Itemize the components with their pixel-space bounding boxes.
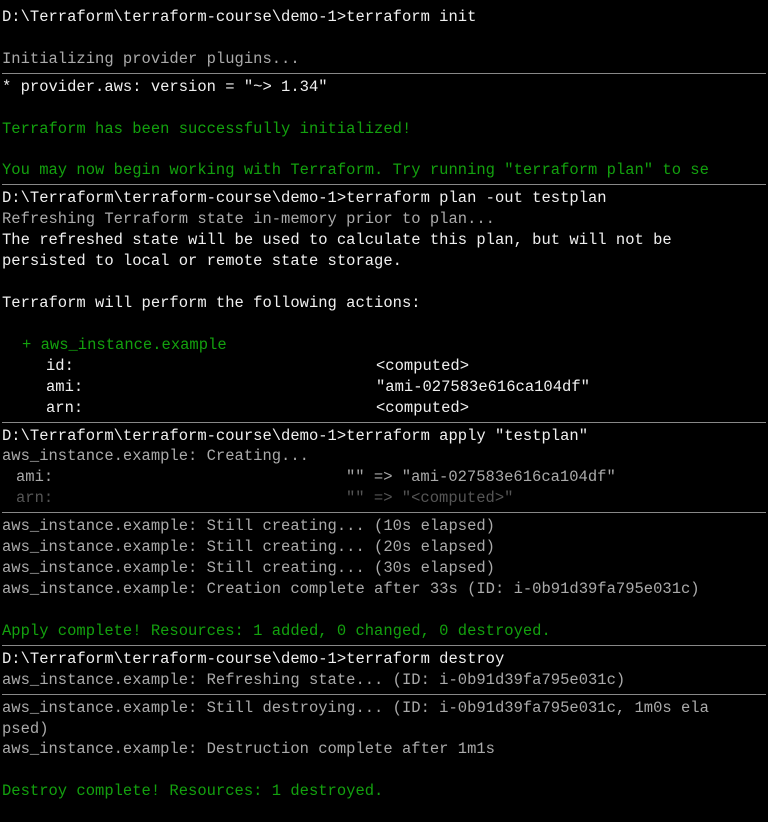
prompt-line: D:\Terraform\terraform-course\demo-1>ter… <box>2 649 766 670</box>
init-msg: Initializing provider plugins... <box>2 49 766 70</box>
destroy-progress: aws_instance.example: Still destroying..… <box>2 698 766 719</box>
section-plan: D:\Terraform\terraform-course\demo-1>ter… <box>2 185 766 422</box>
prompt-line: D:\Terraform\terraform-course\demo-1>ter… <box>2 188 766 209</box>
prompt: D:\Terraform\terraform-course\demo-1> <box>2 427 346 445</box>
kv-val: <computed> <box>376 357 469 375</box>
kv-arn: arn:"" => "<computed>" <box>2 488 766 509</box>
command: terraform plan -out testplan <box>346 189 606 207</box>
prompt: D:\Terraform\terraform-course\demo-1> <box>2 8 346 26</box>
kv-key: id: <box>2 356 376 377</box>
section-apply-start: D:\Terraform\terraform-course\demo-1>ter… <box>2 423 766 514</box>
apply-complete: Apply complete! Resources: 1 added, 0 ch… <box>2 621 766 642</box>
kv-val: "" => "<computed>" <box>346 489 513 507</box>
kv-ami: ami:"ami-027583e616ca104df" <box>2 377 766 398</box>
kv-key: arn: <box>2 398 376 419</box>
resource-add: + aws_instance.example <box>2 335 766 356</box>
plan-note-2: persisted to local or remote state stora… <box>2 251 766 272</box>
command: terraform destroy <box>346 650 504 668</box>
refresh-state: aws_instance.example: Refreshing state..… <box>2 670 766 691</box>
destroy-done: Destroy complete! Resources: 1 destroyed… <box>2 781 766 802</box>
progress-line: aws_instance.example: Still creating... … <box>2 516 766 537</box>
kv-key: arn: <box>2 488 346 509</box>
kv-arn: arn:<computed> <box>2 398 766 419</box>
refresh-msg: Refreshing Terraform state in-memory pri… <box>2 209 766 230</box>
actions-header: Terraform will perform the following act… <box>2 293 766 314</box>
section-provider: * provider.aws: version = "~> 1.34" Terr… <box>2 74 766 186</box>
section-destroy-start: D:\Terraform\terraform-course\demo-1>ter… <box>2 646 766 695</box>
plan-note-1: The refreshed state will be used to calc… <box>2 230 766 251</box>
kv-ami: ami:"" => "ami-027583e616ca104df" <box>2 467 766 488</box>
kv-val: <computed> <box>376 399 469 417</box>
terminal-output[interactable]: D:\Terraform\terraform-course\demo-1>ter… <box>0 0 768 809</box>
progress-line: aws_instance.example: Still creating... … <box>2 537 766 558</box>
destroy-progress-wrap: psed) <box>2 719 766 740</box>
complete-line: aws_instance.example: Creation complete … <box>2 579 766 600</box>
destroy-complete: aws_instance.example: Destruction comple… <box>2 739 766 760</box>
kv-id: id:<computed> <box>2 356 766 377</box>
section-destroy-progress: aws_instance.example: Still destroying..… <box>2 695 766 806</box>
kv-val: "ami-027583e616ca104df" <box>376 378 590 396</box>
kv-key: ami: <box>2 377 376 398</box>
provider-line: * provider.aws: version = "~> 1.34" <box>2 77 766 98</box>
command: terraform apply "testplan" <box>346 427 588 445</box>
command: terraform init <box>346 8 476 26</box>
hint-msg: You may now begin working with Terraform… <box>2 160 766 181</box>
prompt-line: D:\Terraform\terraform-course\demo-1>ter… <box>2 7 766 28</box>
kv-val: "" => "ami-027583e616ca104df" <box>346 468 616 486</box>
section-apply-progress: aws_instance.example: Still creating... … <box>2 513 766 646</box>
progress-line: aws_instance.example: Still creating... … <box>2 558 766 579</box>
kv-key: ami: <box>2 467 346 488</box>
prompt-line: D:\Terraform\terraform-course\demo-1>ter… <box>2 426 766 447</box>
section-init: D:\Terraform\terraform-course\demo-1>ter… <box>2 4 766 74</box>
success-msg: Terraform has been successfully initiali… <box>2 119 766 140</box>
prompt: D:\Terraform\terraform-course\demo-1> <box>2 189 346 207</box>
creating-msg: aws_instance.example: Creating... <box>2 446 766 467</box>
prompt: D:\Terraform\terraform-course\demo-1> <box>2 650 346 668</box>
